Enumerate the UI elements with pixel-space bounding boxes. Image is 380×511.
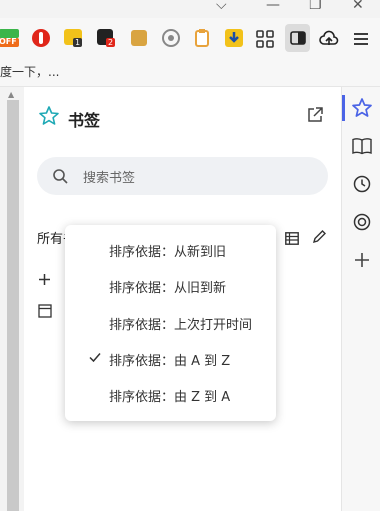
sort-last-opened-option[interactable]: 排序依据：上次打开时间: [65, 305, 276, 341]
add-sidebar-item-icon[interactable]: [351, 249, 373, 271]
badge-count: 2: [106, 38, 116, 47]
bookmarks-star-icon[interactable]: [351, 97, 373, 119]
add-icon[interactable]: [38, 271, 51, 290]
chevron-down-icon[interactable]: ⌵: [216, 0, 227, 14]
bookmark-item[interactable]: 度一下，...: [0, 63, 59, 80]
restore-icon[interactable]: ❐: [309, 0, 322, 14]
extension-off-icon[interactable]: OFF: [0, 27, 20, 49]
sort-menu: 排序依据：从新到旧 排序依据：从旧到新 排序依据：上次打开时间 排序依据：由 A…: [65, 225, 276, 421]
extension-yellow-icon[interactable]: 1: [63, 27, 85, 49]
adblock-extension-icon[interactable]: [30, 27, 52, 49]
folder-window-icon[interactable]: [38, 303, 52, 322]
sidebar-toggle-icon[interactable]: [285, 24, 310, 52]
window-titlebar: ⌵ — ❐ ✕: [0, 0, 380, 18]
scrollbar-thumb[interactable]: [7, 100, 19, 511]
check-icon: [89, 353, 101, 363]
off-badge-label: OFF: [0, 37, 17, 46]
menu-icon[interactable]: [350, 28, 372, 50]
insight-icon[interactable]: [351, 211, 373, 233]
browser-toolbar: OFF 1 2: [0, 18, 380, 60]
search-icon: [52, 168, 68, 188]
extension-circle-icon[interactable]: [160, 27, 182, 49]
active-indicator: [342, 95, 345, 121]
extension-clipboard-icon[interactable]: [191, 27, 213, 49]
extension-stamp-icon[interactable]: [128, 27, 150, 49]
close-window-icon[interactable]: ✕: [352, 0, 364, 14]
sort-oldest-first-option[interactable]: 排序依据：从旧到新: [65, 268, 276, 304]
minimize-icon[interactable]: —: [266, 0, 280, 14]
reading-list-icon[interactable]: [351, 135, 373, 157]
menu-item-label: 排序依据：由 Z 到 A: [109, 390, 231, 405]
download-extension-icon[interactable]: [223, 27, 245, 49]
badge-count: 1: [73, 38, 83, 47]
extensions-grid-icon[interactable]: [254, 28, 276, 50]
edit-icon[interactable]: [312, 229, 327, 248]
panel-title: 书签: [68, 111, 101, 130]
sort-newest-first-option[interactable]: 排序依据：从新到旧: [65, 232, 276, 268]
sidebar-rail: [342, 87, 380, 511]
history-icon[interactable]: [351, 173, 373, 195]
sort-z-to-a-option[interactable]: 排序依据：由 Z 到 A: [65, 377, 276, 413]
menu-item-label: 排序依据：上次打开时间: [109, 318, 253, 333]
menu-item-label: 排序依据：由 A 到 Z: [109, 354, 231, 369]
sort-a-to-z-option[interactable]: 排序依据：由 A 到 Z: [65, 341, 276, 377]
open-in-new-tab-icon[interactable]: [306, 106, 324, 128]
search-placeholder: 搜索书签: [83, 171, 136, 186]
extension-dark-icon[interactable]: 2: [96, 27, 118, 49]
cloud-sync-icon[interactable]: [318, 28, 340, 50]
bookmark-star-icon: [38, 105, 60, 131]
bookmark-search-input[interactable]: 搜索书签: [37, 157, 328, 195]
bookmarks-bar: 度一下，...: [0, 60, 380, 87]
list-view-icon[interactable]: [285, 230, 299, 249]
menu-item-label: 排序依据：从新到旧: [109, 245, 227, 260]
menu-item-label: 排序依据：从旧到新: [109, 281, 227, 296]
scroll-up-arrow-icon[interactable]: ▲: [8, 90, 14, 99]
